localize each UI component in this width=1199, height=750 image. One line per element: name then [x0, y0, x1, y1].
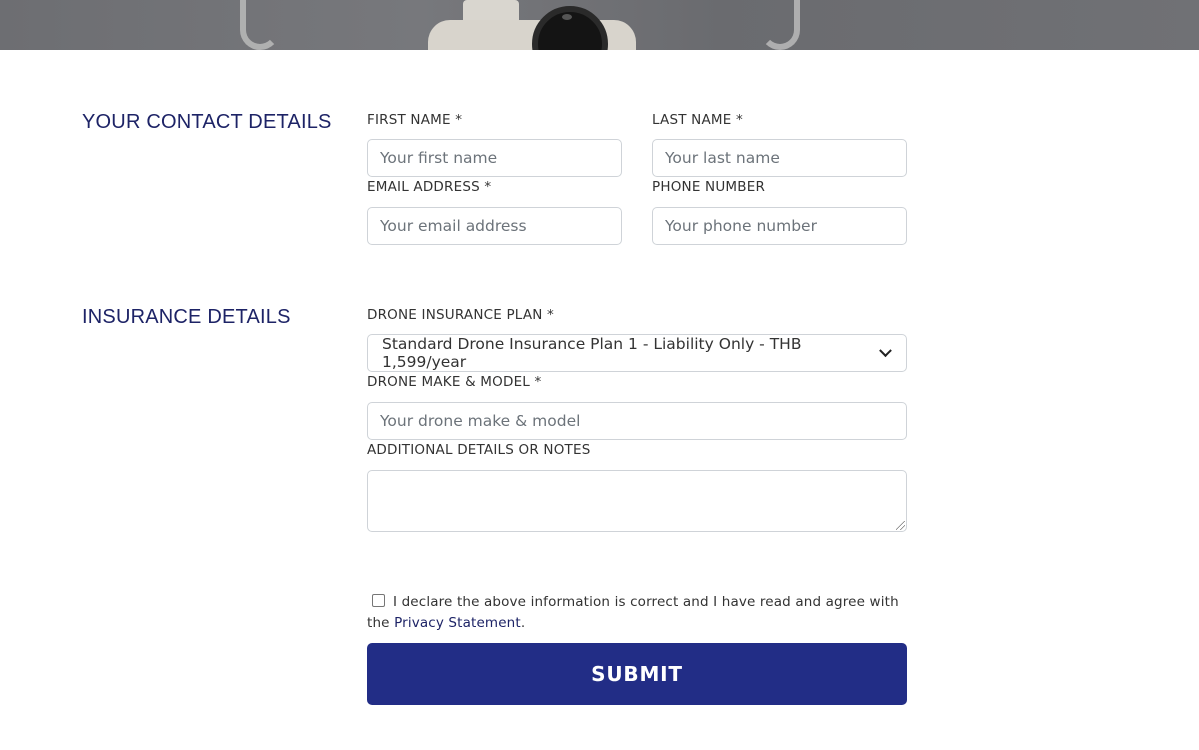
notes-label: ADDITIONAL DETAILS OR NOTES — [367, 442, 591, 458]
phone-input[interactable] — [652, 207, 907, 245]
insurance-details-heading: INSURANCE DETAILS — [82, 306, 291, 328]
notes-textarea[interactable] — [367, 470, 907, 532]
last-name-input[interactable] — [652, 139, 907, 177]
insurance-plan-selected-value: Standard Drone Insurance Plan 1 - Liabil… — [382, 335, 802, 371]
last-name-label: LAST NAME * — [652, 112, 743, 128]
drone-camera — [532, 6, 608, 50]
email-label: EMAIL ADDRESS * — [367, 179, 492, 195]
insurance-plan-label: DRONE INSURANCE PLAN * — [367, 307, 555, 323]
email-input[interactable] — [367, 207, 622, 245]
hero-banner-image — [0, 0, 1199, 50]
submit-button[interactable]: SUBMIT — [367, 643, 907, 705]
drone-model-input[interactable] — [367, 402, 907, 440]
first-name-input[interactable] — [367, 139, 622, 177]
contact-details-heading: YOUR CONTACT DETAILS — [82, 111, 332, 133]
insurance-plan-select[interactable]: Standard Drone Insurance Plan 1 - Liabil… — [367, 334, 907, 372]
chevron-down-icon — [879, 343, 892, 357]
resize-handle-icon[interactable] — [896, 521, 905, 530]
privacy-statement-link[interactable]: Privacy Statement — [394, 615, 521, 631]
drone-logo-mark — [562, 14, 572, 20]
first-name-label: FIRST NAME * — [367, 112, 463, 128]
drone-arm-right — [760, 0, 800, 50]
drone-model-label: DRONE MAKE & MODEL * — [367, 374, 542, 390]
declaration-text-block: I declare the above information is corre… — [367, 592, 907, 634]
phone-label: PHONE NUMBER — [652, 179, 766, 195]
declaration-suffix: . — [520, 615, 526, 631]
drone-arm-left — [240, 0, 280, 50]
